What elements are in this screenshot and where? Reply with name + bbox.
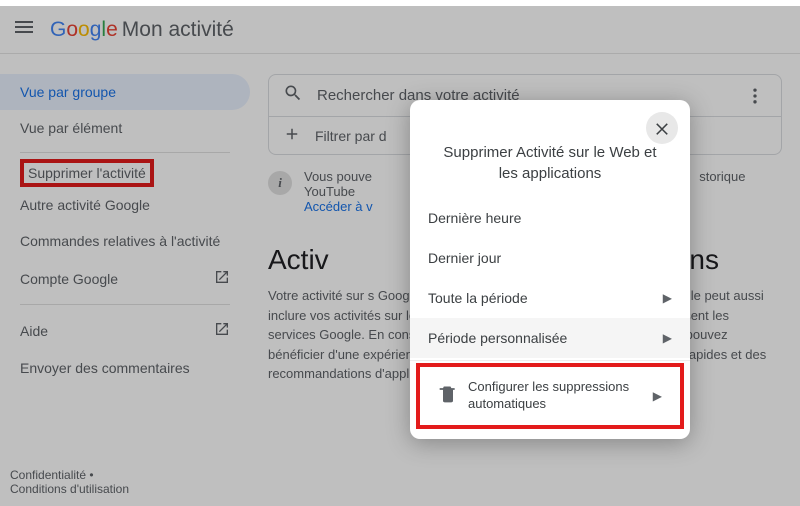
close-button[interactable]: [646, 112, 678, 144]
chevron-right-icon: ▶: [663, 331, 672, 345]
modal-option-last-hour[interactable]: Dernière heure: [410, 198, 690, 238]
modal-option-auto-delete[interactable]: Configurer les suppressions automatiques…: [416, 363, 684, 429]
modal-item-label: Toute la période: [428, 290, 528, 306]
chevron-right-icon: ▶: [663, 291, 672, 305]
divider: [410, 360, 690, 361]
modal-item-label: Période personnalisée: [428, 330, 567, 346]
modal-item-label: Dernière heure: [428, 210, 521, 226]
modal-item-label: Configurer les suppressions automatiques: [468, 379, 643, 413]
auto-delete-icon: [438, 384, 458, 407]
modal-option-custom-range[interactable]: Période personnalisée ▶: [410, 318, 690, 358]
delete-modal: Supprimer Activité sur le Web et les app…: [410, 100, 690, 439]
modal-item-label: Dernier jour: [428, 250, 501, 266]
modal-title: Supprimer Activité sur le Web et les app…: [410, 100, 690, 198]
chevron-right-icon: ▶: [653, 389, 662, 403]
modal-option-last-day[interactable]: Dernier jour: [410, 238, 690, 278]
modal-option-all-time[interactable]: Toute la période ▶: [410, 278, 690, 318]
